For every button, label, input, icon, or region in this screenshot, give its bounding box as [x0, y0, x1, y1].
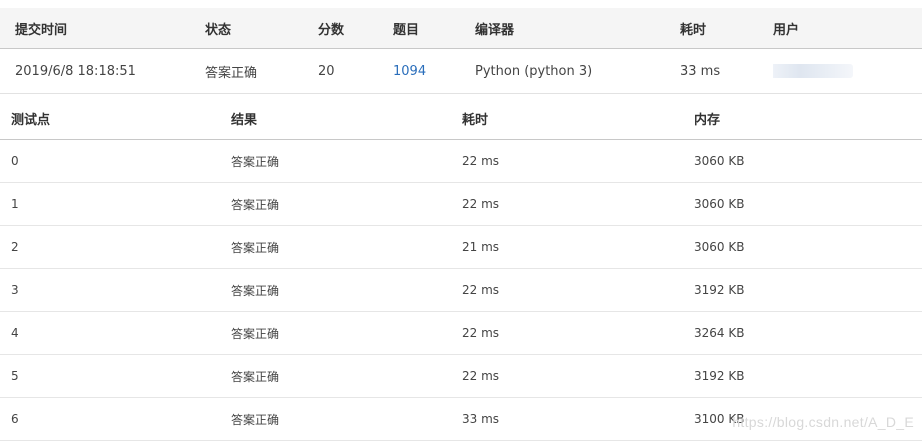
test-case-duration: 22 ms [462, 182, 694, 226]
test-case-memory: 3264 KB [694, 311, 922, 355]
submission-duration-header: 耗时 [680, 8, 773, 49]
test-case-memory: 3060 KB [694, 182, 922, 226]
test-case-result: 答案正确 [231, 268, 462, 312]
test-case-result: 答案正确 [231, 225, 462, 269]
test-case-memory: 3060 KB [694, 139, 922, 183]
submission-time-header: 提交时间 [0, 8, 205, 49]
submission-compiler: Python (python 3) [475, 48, 680, 94]
submission-table: 提交时间 状态 分数 题目 编译器 耗时 用户 2019/6/8 18:18:5… [0, 8, 922, 94]
submission-problem-cell: 1094 [393, 48, 475, 94]
test-case-id: 0 [0, 139, 231, 183]
test-case-duration: 22 ms [462, 311, 694, 355]
submission-header-row: 提交时间 状态 分数 题目 编译器 耗时 用户 [0, 8, 922, 49]
submission-status: 答案正确 [205, 48, 318, 94]
test-case-result: 答案正确 [231, 354, 462, 398]
test-case-id: 4 [0, 311, 231, 355]
test-case-table: 测试点 结果 耗时 内存 0 答案正确 22 ms 3060 KB 1 答案正确… [0, 97, 922, 441]
table-row: 2 答案正确 21 ms 3060 KB [0, 225, 922, 269]
test-case-result: 答案正确 [231, 397, 462, 441]
submission-row: 2019/6/8 18:18:51 答案正确 20 1094 Python (p… [0, 48, 922, 94]
test-case-memory: 3192 KB [694, 268, 922, 312]
submission-score: 20 [318, 48, 393, 94]
test-case-memory-header: 内存 [694, 97, 922, 140]
test-case-duration: 21 ms [462, 225, 694, 269]
test-case-result: 答案正确 [231, 311, 462, 355]
test-case-duration: 22 ms [462, 139, 694, 183]
submission-user-cell [773, 48, 922, 94]
submission-status-header: 状态 [205, 8, 318, 49]
test-case-id: 2 [0, 225, 231, 269]
test-case-duration: 33 ms [462, 397, 694, 441]
test-case-header-row: 测试点 结果 耗时 内存 [0, 97, 922, 140]
test-case-id: 1 [0, 182, 231, 226]
table-row: 1 答案正确 22 ms 3060 KB [0, 182, 922, 226]
submission-time: 2019/6/8 18:18:51 [0, 48, 205, 94]
submission-compiler-header: 编译器 [475, 8, 680, 49]
test-case-duration-header: 耗时 [462, 97, 694, 140]
table-row: 5 答案正确 22 ms 3192 KB [0, 354, 922, 398]
submission-duration: 33 ms [680, 48, 773, 94]
submission-user-header: 用户 [773, 8, 922, 49]
test-case-id: 3 [0, 268, 231, 312]
blurred-username [773, 64, 853, 78]
test-case-id: 5 [0, 354, 231, 398]
test-case-memory: 3060 KB [694, 225, 922, 269]
submission-score-header: 分数 [318, 8, 393, 49]
test-case-duration: 22 ms [462, 354, 694, 398]
submission-problem-header: 题目 [393, 8, 475, 49]
test-case-result: 答案正确 [231, 139, 462, 183]
problem-link[interactable]: 1094 [393, 64, 426, 79]
test-case-result: 答案正确 [231, 182, 462, 226]
test-case-duration: 22 ms [462, 268, 694, 312]
test-case-id-header: 测试点 [0, 97, 231, 140]
table-row: 0 答案正确 22 ms 3060 KB [0, 139, 922, 183]
test-case-result-header: 结果 [231, 97, 462, 140]
table-row: 4 答案正确 22 ms 3264 KB [0, 311, 922, 355]
test-case-memory: 3192 KB [694, 354, 922, 398]
test-case-id: 6 [0, 397, 231, 441]
table-row: 3 答案正确 22 ms 3192 KB [0, 268, 922, 312]
blog-watermark: https://blog.csdn.net/A_D_E [732, 414, 914, 430]
